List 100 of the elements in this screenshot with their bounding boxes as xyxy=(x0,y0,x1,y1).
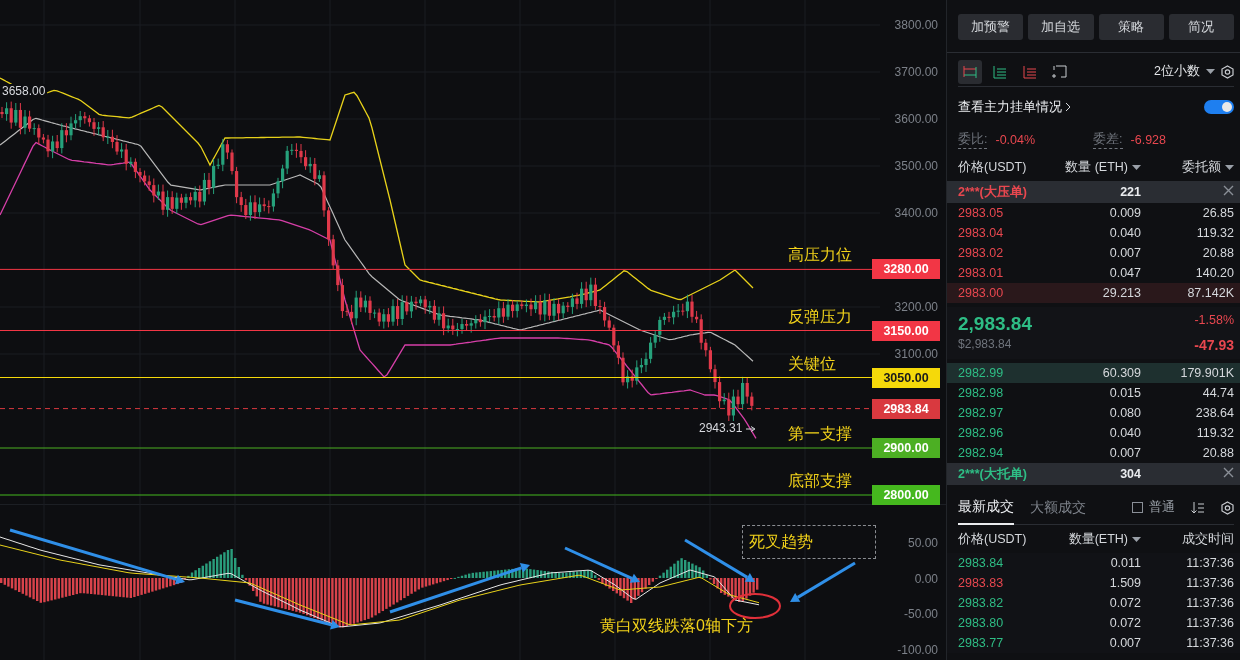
trade-time: 11:37:36 xyxy=(1186,616,1234,630)
order-total: 140.20 xyxy=(1195,266,1234,280)
order-quantity: 0.040 xyxy=(1109,226,1141,240)
order-quantity: 60.309 xyxy=(1102,366,1141,380)
column-header: 价格(USDT) xyxy=(958,530,1028,548)
add-frame-icon xyxy=(1052,64,1068,79)
order-price: 2982.96 xyxy=(958,426,1005,440)
trade-price: 2983.83 xyxy=(958,576,1005,590)
callout-label: 死叉趋势 xyxy=(742,525,876,559)
axis-label: 3800.00 xyxy=(894,18,938,32)
order-total: 87.142K xyxy=(1187,286,1234,300)
order-total: 20.88 xyxy=(1202,246,1234,260)
change-amount: -47.93 xyxy=(1194,337,1234,355)
settings-icon xyxy=(1221,500,1234,515)
order-quantity: 0.007 xyxy=(1109,246,1141,260)
diff-label: 委差: xyxy=(1093,131,1123,149)
close-icon xyxy=(1223,467,1234,478)
annotation-text: 黄白双线跌落0轴下方 xyxy=(600,616,753,636)
main-orders-link[interactable]: 查看主力挂单情况 xyxy=(958,98,1071,116)
list-icon xyxy=(1022,64,1038,79)
order-quantity: 0.009 xyxy=(1109,206,1141,220)
change-percent: -1.58% xyxy=(1194,313,1234,329)
order-quantity: 0.040 xyxy=(1109,426,1141,440)
high-price-label: 3658.00 xyxy=(0,84,48,98)
trade-quantity: 1.509 xyxy=(1109,576,1141,590)
filter-checkbox[interactable]: 普通 xyxy=(1132,499,1175,516)
settings-icon xyxy=(1221,64,1234,79)
caret-icon xyxy=(1132,164,1141,170)
level-label: 底部支撑 xyxy=(788,471,852,491)
banner-count: 304 xyxy=(1120,467,1141,481)
action-button[interactable]: 简况 xyxy=(1168,14,1234,40)
ratio-value: -0.04% xyxy=(995,133,1036,147)
level-label: 反弹压力 xyxy=(788,306,852,327)
banner-label: 2***(大压单) xyxy=(958,183,1028,201)
order-total: 119.32 xyxy=(1196,226,1234,240)
order-price: 2982.94 xyxy=(958,446,1005,460)
price-badge: 2983.84 xyxy=(872,398,940,419)
view-mode-button[interactable] xyxy=(958,59,982,84)
action-button[interactable]: 策略 xyxy=(1098,14,1164,40)
arrow-icon xyxy=(746,426,756,432)
order-total: 119.32 xyxy=(1196,426,1234,440)
sort-icon xyxy=(1191,500,1205,515)
axis-label: 3600.00 xyxy=(894,112,938,126)
column-header: 价格(USDT) xyxy=(958,158,1028,176)
order-price: 2983.05 xyxy=(958,206,1005,220)
axis-label: 3200.00 xyxy=(894,300,938,314)
trade-time: 11:37:36 xyxy=(1186,596,1234,610)
axis-label: 3500.00 xyxy=(894,159,938,173)
action-button[interactable]: 加预警 xyxy=(958,14,1024,40)
list-icon xyxy=(992,64,1008,79)
trades-tab[interactable]: 大额成交 xyxy=(1030,490,1086,525)
trade-time: 11:37:36 xyxy=(1186,636,1234,650)
diff-value: -6.928 xyxy=(1130,133,1167,147)
highlight-ellipse xyxy=(729,593,781,619)
caret-icon xyxy=(1225,164,1234,170)
price-badge: 3280.00 xyxy=(872,259,940,280)
action-button[interactable]: 加自选 xyxy=(1028,14,1094,40)
trade-quantity: 0.007 xyxy=(1109,636,1141,650)
order-price: 2983.01 xyxy=(958,266,1005,280)
low-price-label: 2943.31 xyxy=(697,421,745,435)
axis-label: 3100.00 xyxy=(894,347,938,361)
trade-quantity: 0.072 xyxy=(1109,616,1141,630)
caret-icon xyxy=(1206,69,1215,74)
order-price: 2983.02 xyxy=(958,246,1005,260)
order-quantity: 0.015 xyxy=(1109,386,1141,400)
toggle-switch[interactable] xyxy=(1204,100,1234,114)
order-total: 26.85 xyxy=(1202,206,1234,220)
column-header[interactable]: 数量 (ETH) xyxy=(1065,158,1141,176)
order-book-icon xyxy=(962,64,978,79)
level-label: 关键位 xyxy=(788,353,836,374)
column-header[interactable]: 数量(ETH) xyxy=(1068,530,1141,548)
axis-label: -100.00 xyxy=(897,642,938,657)
axis-label: -50.00 xyxy=(903,607,938,621)
order-total: 179.901K xyxy=(1180,366,1234,380)
arrow xyxy=(790,561,856,602)
order-total: 238.64 xyxy=(1195,406,1234,420)
banner-label: 2***(大托单) xyxy=(958,465,1028,483)
close-icon xyxy=(1223,185,1234,196)
usd-price: $2,983.84 xyxy=(958,337,1013,353)
trade-price: 2983.80 xyxy=(958,616,1005,630)
axis-label: 0.00 xyxy=(914,571,938,586)
trade-price: 2983.84 xyxy=(958,556,1005,570)
order-price: 2982.99 xyxy=(958,366,1005,380)
banner-count: 221 xyxy=(1120,185,1141,199)
ratio-label: 委比: xyxy=(958,131,988,149)
order-total: 44.74 xyxy=(1202,386,1234,400)
caret-icon xyxy=(1132,536,1141,542)
level-label: 高压力位 xyxy=(788,245,852,266)
trade-quantity: 0.011 xyxy=(1110,556,1141,570)
trades-tab[interactable]: 最新成交 xyxy=(958,490,1014,525)
order-price: 2982.97 xyxy=(958,406,1005,420)
axis-label: 3700.00 xyxy=(894,65,938,79)
order-total: 20.88 xyxy=(1202,446,1234,460)
column-header[interactable]: 委托额 xyxy=(1182,158,1234,176)
price-badge: 3050.00 xyxy=(872,367,940,388)
trade-quantity: 0.072 xyxy=(1109,596,1141,610)
chevron-icon xyxy=(1065,102,1071,112)
order-quantity: 0.047 xyxy=(1109,266,1141,280)
order-quantity: 0.007 xyxy=(1109,446,1141,460)
decimals-dropdown[interactable]: 2位小数 xyxy=(1154,63,1215,80)
